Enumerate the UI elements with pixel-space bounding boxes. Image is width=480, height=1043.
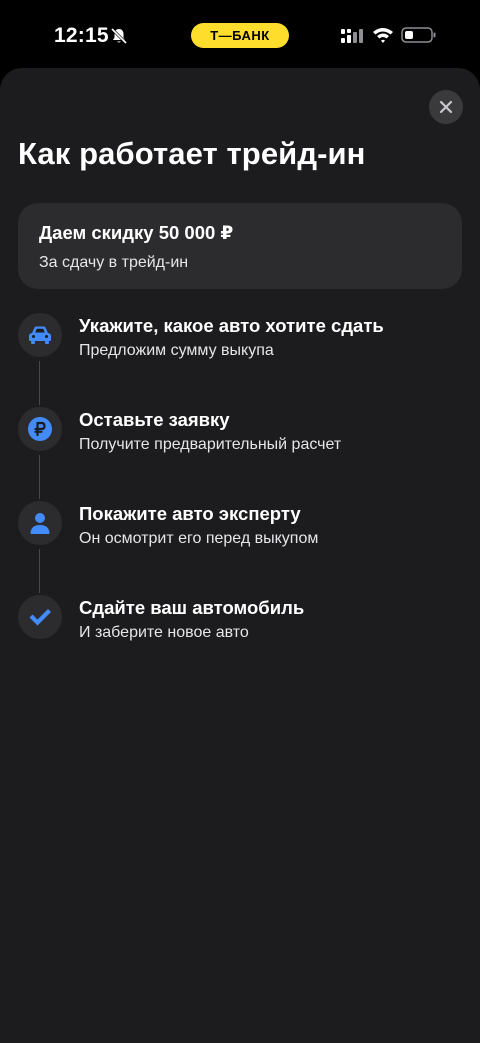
discount-card: Даем скидку 50 000 ₽ За сдачу в трейд-ин	[18, 203, 462, 289]
step-icon-circle	[18, 313, 62, 357]
step-item: Сдайте ваш автомобиль И заберите новое а…	[0, 595, 480, 655]
page-title: Как работает трейд-ин	[18, 136, 366, 171]
step-subtitle: Предложим сумму выкупа	[79, 342, 274, 359]
step-subtitle: И заберите новое авто	[79, 624, 249, 641]
ruble-icon	[28, 417, 52, 441]
check-icon	[29, 609, 51, 626]
step-title: Укажите, какое авто хотите сдать	[79, 315, 384, 336]
step-connector	[39, 455, 40, 499]
status-time: 12:15	[54, 24, 109, 47]
step-icon-circle	[18, 595, 62, 639]
discount-subtitle: За сдачу в трейд-ин	[39, 254, 189, 271]
step-title: Покажите авто эксперту	[79, 503, 301, 524]
person-icon	[30, 513, 50, 534]
step-title: Оставьте заявку	[79, 409, 230, 430]
bell-muted-icon	[110, 27, 128, 45]
step-subtitle: Он осмотрит его перед выкупом	[79, 530, 319, 547]
step-connector	[39, 549, 40, 593]
step-icon-circle	[18, 501, 62, 545]
step-item: Укажите, какое авто хотите сдать Предлож…	[0, 313, 480, 373]
battery-icon	[401, 27, 436, 43]
step-subtitle: Получите предварительный расчет	[79, 436, 342, 453]
wifi-icon	[373, 28, 393, 43]
step-connector	[39, 361, 40, 405]
step-title: Сдайте ваш автомобиль	[79, 597, 305, 618]
car-icon	[29, 326, 51, 344]
close-button[interactable]	[429, 90, 463, 124]
status-bar: 12:15 Т—БАНК	[0, 0, 480, 68]
cellular-signal-icon	[341, 29, 363, 43]
close-icon	[439, 100, 453, 114]
discount-title: Даем скидку 50 000 ₽	[39, 222, 234, 243]
step-item: Оставьте заявку Получите предварительный…	[0, 407, 480, 467]
step-icon-circle	[18, 407, 62, 451]
bank-pill[interactable]: Т—БАНК	[191, 23, 289, 48]
trade-in-sheet: Как работает трейд-ин Даем скидку 50 000…	[0, 68, 480, 1043]
step-item: Покажите авто эксперту Он осмотрит его п…	[0, 501, 480, 561]
